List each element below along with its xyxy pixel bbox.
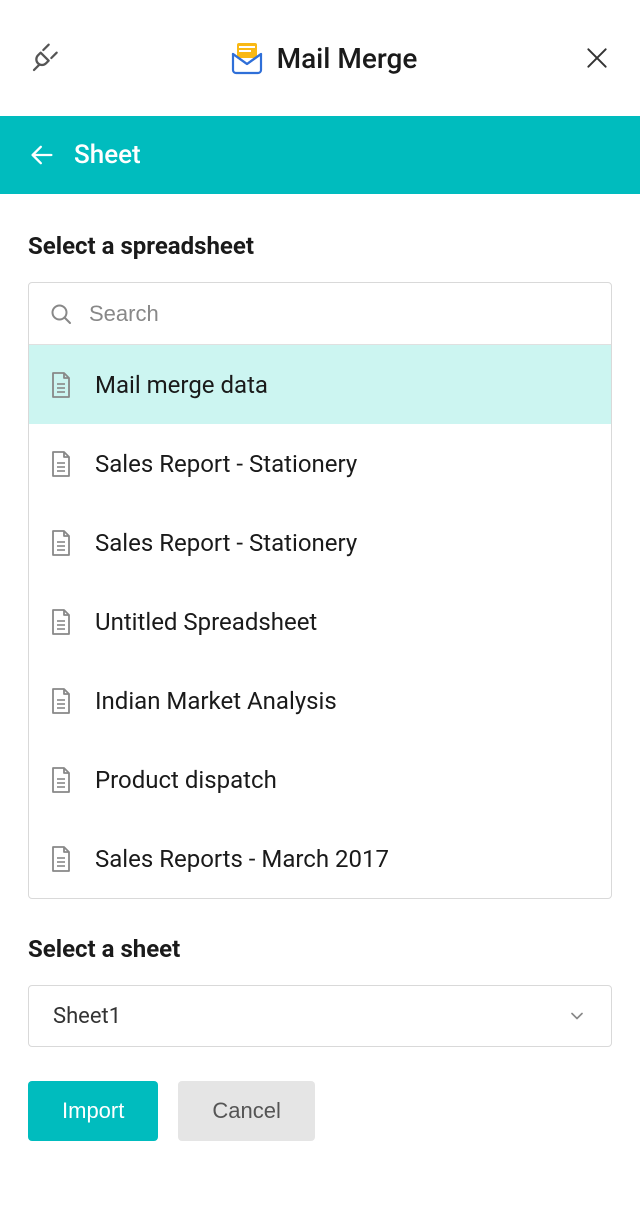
spreadsheet-item[interactable]: Sales Report - Stationery bbox=[29, 503, 611, 582]
file-icon bbox=[49, 687, 73, 715]
file-icon bbox=[49, 608, 73, 636]
nav-title: Sheet bbox=[74, 140, 141, 170]
spreadsheet-name: Sales Report - Stationery bbox=[95, 529, 357, 557]
spreadsheet-section-label: Select a spreadsheet bbox=[28, 232, 612, 260]
sheet-select-value: Sheet1 bbox=[53, 1004, 121, 1029]
spreadsheet-list: Mail merge data Sales Report - Stationer… bbox=[29, 345, 611, 898]
search-icon bbox=[49, 302, 73, 326]
app-title-wrap: Mail Merge bbox=[229, 40, 418, 76]
spreadsheet-name: Sales Report - Stationery bbox=[95, 450, 357, 478]
spreadsheet-name: Product dispatch bbox=[95, 766, 277, 794]
spreadsheet-name: Indian Market Analysis bbox=[95, 687, 337, 715]
sheet-select[interactable]: Sheet1 bbox=[28, 985, 612, 1047]
spreadsheet-item[interactable]: Untitled Spreadsheet bbox=[29, 582, 611, 661]
cancel-button[interactable]: Cancel bbox=[178, 1081, 314, 1141]
spreadsheet-panel: Mail merge data Sales Report - Stationer… bbox=[28, 282, 612, 899]
back-arrow-icon[interactable] bbox=[28, 141, 56, 169]
import-button[interactable]: Import bbox=[28, 1081, 158, 1141]
file-icon bbox=[49, 450, 73, 478]
nav-bar: Sheet bbox=[0, 116, 640, 194]
mail-merge-icon bbox=[229, 40, 265, 76]
file-icon bbox=[49, 529, 73, 557]
search-row bbox=[29, 283, 611, 345]
button-row: Import Cancel bbox=[28, 1081, 612, 1141]
plugins-icon[interactable] bbox=[28, 40, 64, 76]
spreadsheet-item[interactable]: Product dispatch bbox=[29, 740, 611, 819]
chevron-down-icon bbox=[567, 1006, 587, 1026]
spreadsheet-name: Mail merge data bbox=[95, 371, 268, 399]
spreadsheet-item[interactable]: Sales Reports - March 2017 bbox=[29, 819, 611, 898]
sheet-section-label: Select a sheet bbox=[28, 935, 612, 963]
sheet-section: Select a sheet Sheet1 bbox=[28, 935, 612, 1047]
file-icon bbox=[49, 845, 73, 873]
spreadsheet-item[interactable]: Mail merge data bbox=[29, 345, 611, 424]
spreadsheet-item[interactable]: Sales Report - Stationery bbox=[29, 424, 611, 503]
close-button[interactable] bbox=[582, 43, 612, 73]
main-content: Select a spreadsheet Mail merge data Sal… bbox=[0, 194, 640, 1169]
file-icon bbox=[49, 371, 73, 399]
spreadsheet-item[interactable]: Indian Market Analysis bbox=[29, 661, 611, 740]
top-header: Mail Merge bbox=[0, 0, 640, 116]
file-icon bbox=[49, 766, 73, 794]
search-input[interactable] bbox=[89, 301, 591, 327]
spreadsheet-name: Untitled Spreadsheet bbox=[95, 608, 317, 636]
app-title: Mail Merge bbox=[277, 42, 418, 75]
spreadsheet-name: Sales Reports - March 2017 bbox=[95, 845, 389, 873]
